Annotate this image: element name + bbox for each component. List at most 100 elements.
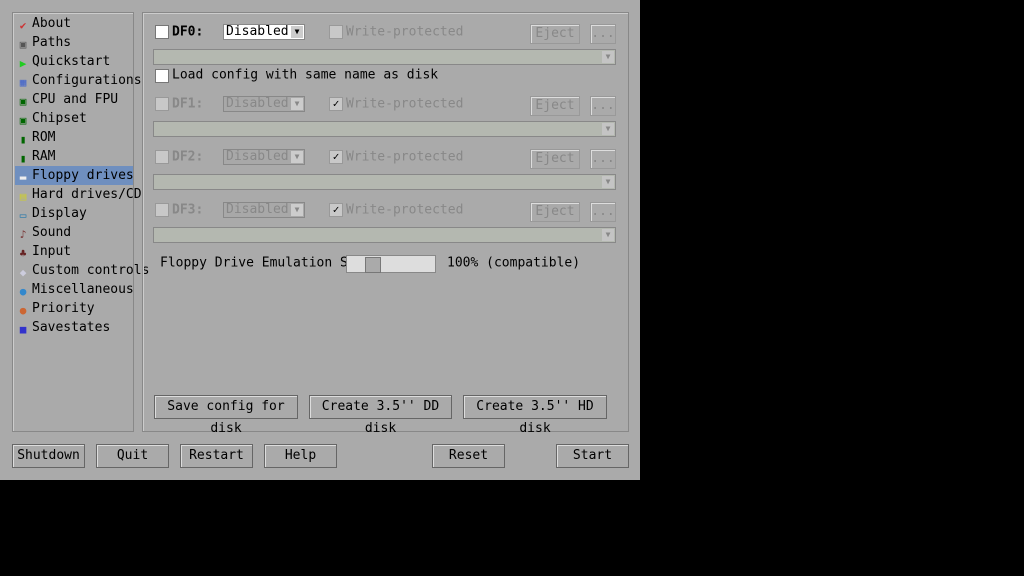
drive-2-write-protect-label: Write-protected [346, 149, 464, 165]
drive-0-label: DF0: [172, 24, 204, 40]
floppy-drive-icon: ▬ [19, 171, 27, 184]
drive-2-write-protect-checkbox[interactable]: ✓ [329, 150, 343, 164]
drive-3-label: DF3: [172, 202, 204, 218]
window: ✔ About ▣ Paths ▶ Quickstart ▦ Configurations ▣ C… [0, 0, 640, 480]
sidebar-item-label: Priority [32, 301, 95, 316]
drive-2-browse-button[interactable]: ... [590, 149, 616, 169]
sidebar-item-label: Display [32, 206, 87, 221]
restart-button[interactable]: Restart [180, 444, 253, 468]
sidebar-item-label: RAM [32, 149, 56, 164]
chevron-down-icon: ▼ [291, 204, 303, 216]
play-icon: ▶ [19, 57, 27, 70]
memory-icon: ▮ [19, 152, 27, 165]
sidebar-item-label: Chipset [32, 111, 87, 126]
drive-2-enable-checkbox[interactable] [155, 150, 169, 164]
chip-icon: ▣ [19, 114, 27, 127]
checkmark-icon: ✔ [19, 19, 27, 32]
drive-0-eject-button[interactable]: Eject [530, 24, 580, 44]
save-config-for-disk-button[interactable]: Save config for disk [154, 395, 298, 436]
reset-button[interactable]: Reset [432, 444, 505, 468]
speed-value: 100% (compatible) [447, 255, 581, 271]
drive-0-write-protect-checkbox[interactable] [329, 25, 343, 39]
drive-1-type-value: Disabled [226, 96, 289, 111]
drive-1-enable-checkbox[interactable] [155, 97, 169, 111]
sidebar-item-label: Sound [32, 225, 72, 240]
drive-0-write-protect-label: Write-protected [346, 24, 464, 40]
chevron-down-icon: ▼ [602, 176, 614, 188]
sidebar-item-label: Paths [32, 35, 72, 50]
drive-1-label: DF1: [172, 96, 204, 112]
monitor-icon: ▭ [19, 209, 27, 222]
sidebar-item-label: Savestates [32, 320, 111, 335]
sidebar-item-label: Quickstart [32, 54, 111, 69]
sidebar-item-label: Custom controls [32, 263, 150, 278]
help-button[interactable]: Help [264, 444, 337, 468]
sidebar-item-chipset[interactable]: ▣ Chipset [15, 109, 133, 128]
shutdown-button[interactable]: Shutdown [12, 444, 85, 468]
drive-3-write-protect-checkbox[interactable]: ✓ [329, 203, 343, 217]
load-config-checkbox[interactable] [155, 69, 169, 83]
drive-1-write-protect-label: Write-protected [346, 96, 464, 112]
chevron-down-icon: ▼ [602, 123, 614, 135]
drive-1-write-protect-checkbox[interactable]: ✓ [329, 97, 343, 111]
drive-2-type-value: Disabled [226, 149, 289, 164]
sidebar-item-label: Miscellaneous [32, 282, 134, 297]
sidebar-item-rom[interactable]: ▮ ROM [15, 128, 133, 147]
gamepad-icon: ◆ [19, 266, 27, 279]
drive-0-enable-checkbox[interactable] [155, 25, 169, 39]
memory-icon: ▮ [19, 133, 27, 146]
drive-0-type-value: Disabled [226, 24, 289, 39]
sidebar-item-custom-controls[interactable]: ◆ Custom controls [15, 261, 150, 280]
sidebar-item-paths[interactable]: ▣ Paths [15, 33, 133, 52]
sidebar-item-cpu-and-fpu[interactable]: ▣ CPU and FPU [15, 90, 133, 109]
sidebar-item-configurations[interactable]: ▦ Configurations [15, 71, 142, 90]
drive-2-label: DF2: [172, 149, 204, 165]
create-hd-disk-button[interactable]: Create 3.5'' HD disk [463, 395, 607, 436]
drive-3-type-dropdown[interactable]: Disabled ▼ [223, 202, 305, 218]
config-icon: ▦ [19, 76, 27, 89]
drive-3-write-protect-label: Write-protected [346, 202, 464, 218]
chip-icon: ▣ [19, 95, 27, 108]
sidebar-item-sound[interactable]: ♪ Sound [15, 223, 133, 242]
drive-1-type-dropdown[interactable]: Disabled ▼ [223, 96, 305, 112]
sidebar-item-quickstart[interactable]: ▶ Quickstart [15, 52, 133, 71]
drive-2-type-dropdown[interactable]: Disabled ▼ [223, 149, 305, 165]
drive-1-eject-button[interactable]: Eject [530, 96, 580, 116]
sidebar: ✔ About ▣ Paths ▶ Quickstart ▦ Configurations ▣ C… [12, 12, 150, 432]
misc-icon: ● [19, 285, 27, 298]
sidebar-item-label: Floppy drives [32, 168, 134, 183]
save-icon: ■ [19, 323, 27, 336]
start-button[interactable]: Start [556, 444, 629, 468]
sidebar-item-input[interactable]: ♣ Input [15, 242, 133, 261]
drive-1-browse-button[interactable]: ... [590, 96, 616, 116]
sidebar-item-label: About [32, 16, 72, 31]
drive-3-browse-button[interactable]: ... [590, 202, 616, 222]
sidebar-item-ram[interactable]: ▮ RAM [15, 147, 133, 166]
sidebar-item-label: Hard drives/CD [32, 187, 142, 202]
drive-3-type-value: Disabled [226, 202, 289, 217]
folder-icon: ▣ [19, 38, 27, 51]
sidebar-item-priority[interactable]: ● Priority [15, 299, 133, 318]
drive-2-path-dropdown[interactable]: ▼ [153, 174, 616, 190]
sidebar-item-savestates[interactable]: ■ Savestates [15, 318, 133, 337]
speed-slider[interactable] [346, 255, 436, 273]
sidebar-item-display[interactable]: ▭ Display [15, 204, 133, 223]
drive-0-type-dropdown[interactable]: Disabled ▼ [223, 24, 305, 40]
drive-3-enable-checkbox[interactable] [155, 203, 169, 217]
sidebar-item-miscellaneous[interactable]: ● Miscellaneous [15, 280, 134, 299]
drive-2-eject-button[interactable]: Eject [530, 149, 580, 169]
quit-button[interactable]: Quit [96, 444, 169, 468]
drive-3-path-dropdown[interactable]: ▼ [153, 227, 616, 243]
drive-0-path-dropdown[interactable]: ▼ [153, 49, 616, 65]
sound-icon: ♪ [19, 228, 27, 241]
chevron-down-icon: ▼ [602, 229, 614, 241]
sidebar-item-floppy-drives[interactable]: ▬ Floppy drives [15, 166, 134, 185]
joystick-icon: ♣ [19, 247, 27, 260]
sidebar-item-about[interactable]: ✔ About [15, 14, 133, 33]
drive-1-path-dropdown[interactable]: ▼ [153, 121, 616, 137]
drive-0-browse-button[interactable]: ... [590, 24, 616, 44]
drive-3-eject-button[interactable]: Eject [530, 202, 580, 222]
sidebar-item-hard-drives-cd[interactable]: ▤ Hard drives/CD [15, 185, 142, 204]
create-dd-disk-button[interactable]: Create 3.5'' DD disk [309, 395, 452, 436]
harddrive-icon: ▤ [19, 190, 27, 203]
